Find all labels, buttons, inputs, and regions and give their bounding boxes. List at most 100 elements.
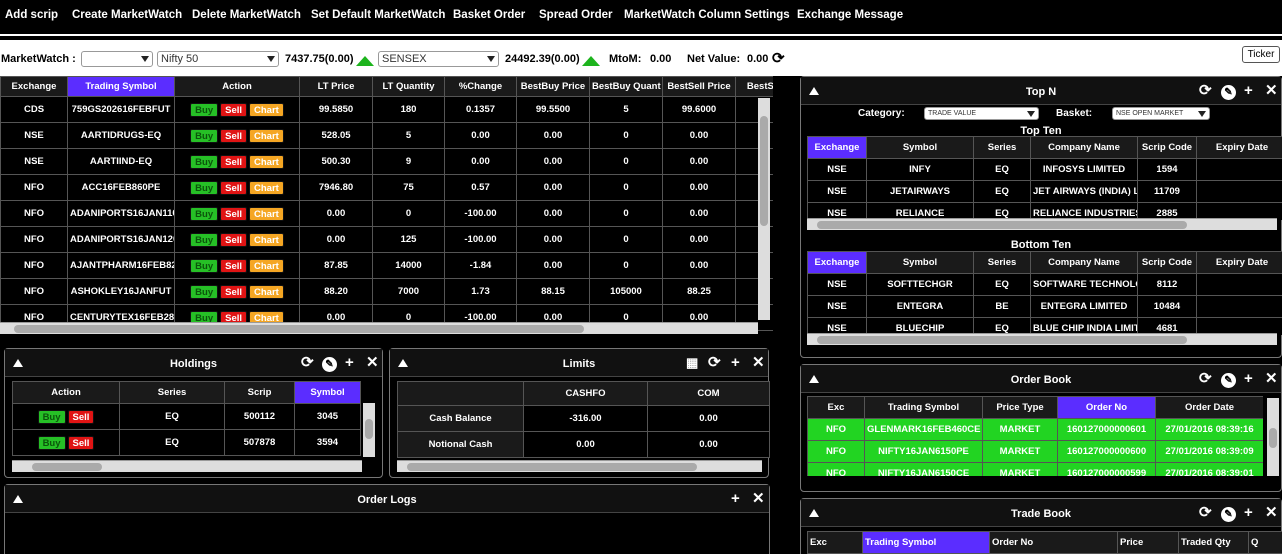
chart-button[interactable]: Chart [249, 206, 284, 221]
col-header[interactable]: Scrip [224, 381, 295, 404]
add-icon[interactable]: + [1244, 371, 1253, 387]
col-header[interactable]: Price Type [982, 396, 1058, 419]
chart-button[interactable]: Chart [249, 128, 284, 143]
table-row[interactable]: NFO ADANIPORTS16JAN110F Buy Sell Chart 0.00 0-… [0, 200, 773, 227]
col-header[interactable]: %Change [444, 76, 517, 97]
index1-select[interactable]: Nifty 50 [157, 51, 279, 67]
col-header[interactable]: Series [119, 381, 225, 404]
buy-button[interactable]: Buy [190, 102, 219, 117]
sell-button[interactable]: Sell [220, 102, 248, 117]
col-header[interactable]: Trading Symbol [862, 531, 990, 554]
col-header[interactable]: Exc [807, 531, 863, 554]
ticker-button[interactable]: Ticker [1242, 46, 1280, 63]
add-icon[interactable]: + [345, 355, 354, 371]
marketwatch-select[interactable] [81, 51, 153, 67]
order-row[interactable]: NFO GLENMARK16FEB460CE MARKET 1601270000006… [807, 418, 1263, 441]
table-row[interactable]: NFO ACC16FEB860PE Buy Sell Chart 7946.80 75 0.5… [0, 174, 773, 201]
vertical-scrollbar[interactable] [1267, 398, 1279, 476]
col-header[interactable]: Exchange [807, 251, 867, 274]
close-icon[interactable]: ✕ [752, 355, 765, 371]
sell-button[interactable]: Sell [220, 128, 248, 143]
table-row[interactable]: NSE JETAIRWAYS EQ JET AIRWAYS (INDIA) L 1170… [807, 180, 1282, 203]
refresh-icon[interactable]: ⟳ [1199, 505, 1212, 521]
refresh-icon[interactable]: ⟳ [1199, 371, 1212, 387]
chart-button[interactable]: Chart [249, 258, 284, 273]
basket-select[interactable]: NSE OPEN MARKET [1112, 107, 1210, 120]
table-row[interactable]: NSE SOFTTECHGR EQ SOFTWARE TECHNOLO 8112 [807, 273, 1282, 296]
buy-button[interactable]: Buy [37, 435, 66, 450]
order-row[interactable]: NFO NIFTY16JAN6150CE MARKET 160127000000599… [807, 462, 1263, 476]
sell-button[interactable]: Sell [220, 154, 248, 169]
horizontal-scrollbar[interactable] [0, 322, 758, 334]
add-icon[interactable]: + [731, 355, 740, 371]
settings-icon[interactable]: ✎ [1221, 507, 1236, 522]
chart-button[interactable]: Chart [249, 232, 284, 247]
col-header[interactable]: Q [1248, 531, 1282, 554]
col-header[interactable]: Symbol [866, 251, 974, 274]
table-row[interactable]: CDS 759GS202616FEBFUT Buy Sell Chart 99.5850 1… [0, 96, 773, 123]
chart-button[interactable]: Chart [249, 154, 284, 169]
sell-button[interactable]: Sell [220, 284, 248, 299]
refresh-icon[interactable]: ⟳ [708, 355, 721, 371]
col-header[interactable]: Scrip Code [1137, 136, 1197, 159]
table-row[interactable]: NFO AJANTPHARM16FEB820 Buy Sell Chart 87.85 14… [0, 252, 773, 279]
col-header[interactable]: Trading Symbol [864, 396, 983, 419]
col-header[interactable]: Exc [807, 396, 865, 419]
calculator-icon[interactable]: ▦ [686, 355, 698, 371]
category-select[interactable]: TRADE VALUE [924, 107, 1039, 120]
table-row[interactable]: Buy Sell EQ 507878 3594 [12, 429, 361, 456]
menu-delete-marketwatch[interactable]: Delete MarketWatch [192, 9, 301, 21]
add-icon[interactable]: + [1244, 83, 1253, 99]
col-header[interactable]: Exchange [0, 76, 68, 97]
col-header[interactable]: LT Quantity [372, 76, 445, 97]
table-row[interactable]: NFO ADANIPORTS16JAN1200 Buy Sell Chart 0.00 12… [0, 226, 773, 253]
buy-button[interactable]: Buy [190, 258, 219, 273]
menu-basket-order[interactable]: Basket Order [453, 9, 525, 21]
col-header[interactable]: BestSell Price [662, 76, 736, 97]
buy-button[interactable]: Buy [190, 232, 219, 247]
close-icon[interactable]: ✕ [1265, 371, 1278, 387]
menu-set-default-marketwatch[interactable]: Set Default MarketWatch [311, 9, 445, 21]
close-icon[interactable]: ✕ [1265, 83, 1278, 99]
table-row[interactable]: NSE ENTEGRA BE ENTEGRA LIMITED 10484 [807, 295, 1282, 318]
settings-icon[interactable]: ✎ [322, 357, 337, 372]
table-row[interactable]: NSE INFY EQ INFOSYS LIMITED 1594 [807, 158, 1282, 181]
refresh-icon[interactable]: ⟳ [301, 355, 314, 371]
col-header[interactable]: Order No [1057, 396, 1156, 419]
table-row[interactable]: NSE AARTIIND-EQ Buy Sell Chart 500.30 9 0.00 0.0… [0, 148, 773, 175]
col-header[interactable]: Expiry Date [1196, 251, 1282, 274]
col-header[interactable]: Trading Symbol [67, 76, 175, 97]
col-header[interactable]: BestBuy Quant [589, 76, 663, 97]
sell-button[interactable]: Sell [220, 232, 248, 247]
horizontal-scrollbar[interactable] [807, 333, 1277, 345]
menu-exchange-message[interactable]: Exchange Message [797, 9, 903, 21]
col-header[interactable]: Symbol [294, 381, 361, 404]
index2-select[interactable]: SENSEX [378, 51, 499, 67]
col-header[interactable]: Series [973, 136, 1031, 159]
add-icon[interactable]: + [1244, 505, 1253, 521]
col-header[interactable]: Order Date [1155, 396, 1263, 419]
vertical-scrollbar[interactable] [758, 98, 770, 320]
col-header[interactable]: Series [973, 251, 1031, 274]
col-header[interactable]: Exchange [807, 136, 867, 159]
refresh-icon[interactable]: ⟳ [1199, 83, 1212, 99]
col-header[interactable]: LT Price [299, 76, 373, 97]
col-header[interactable]: Scrip Code [1137, 251, 1197, 274]
add-icon[interactable]: + [731, 491, 740, 507]
chart-button[interactable]: Chart [249, 102, 284, 117]
col-header[interactable]: Traded Qty [1178, 531, 1249, 554]
horizontal-scrollbar[interactable] [12, 460, 362, 472]
buy-button[interactable]: Buy [190, 284, 219, 299]
menu-spread-order[interactable]: Spread Order [539, 9, 613, 21]
col-header[interactable]: Company Name [1030, 251, 1138, 274]
col-header[interactable]: Action [12, 381, 120, 404]
table-row[interactable]: NFO ASHOKLEY16JANFUT Buy Sell Chart 88.20 7000… [0, 278, 773, 305]
refresh-icon[interactable]: ⟳ [772, 49, 785, 67]
menu-create-marketwatch[interactable]: Create MarketWatch [72, 9, 182, 21]
menu-column-settings[interactable]: MarketWatch Column Settings [624, 9, 790, 21]
sell-button[interactable]: Sell [67, 435, 95, 450]
sell-button[interactable]: Sell [67, 409, 95, 424]
vertical-scrollbar[interactable] [363, 403, 375, 457]
col-header[interactable]: Company Name [1030, 136, 1138, 159]
buy-button[interactable]: Buy [190, 154, 219, 169]
